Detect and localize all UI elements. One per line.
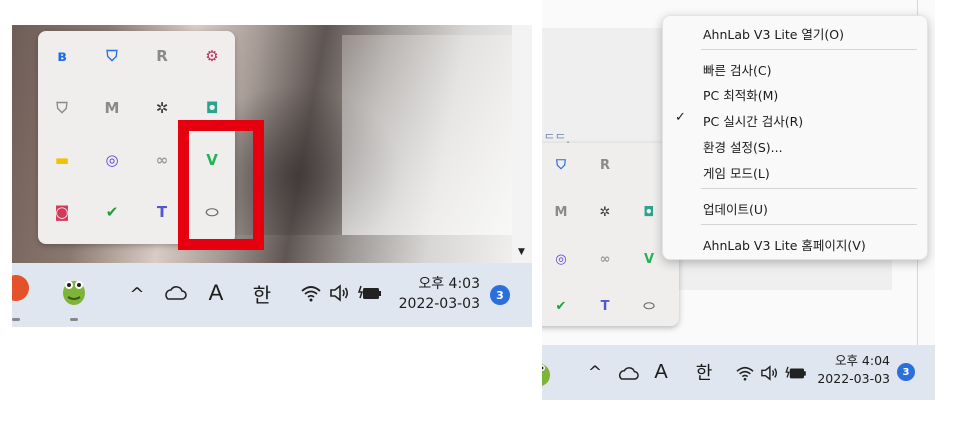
menu-item-game-mode[interactable]: 게임 모드(L) (703, 163, 770, 182)
frog-app-icon[interactable] (60, 275, 88, 307)
input-language-indicator[interactable]: A (650, 359, 672, 385)
menu-separator (701, 188, 917, 189)
checkmark-icon: ✓ (675, 110, 686, 125)
clock-time: 오후 4:04 (834, 353, 890, 368)
mcafee-warning-icon[interactable]: M (549, 200, 573, 224)
menu-item-quick-scan[interactable]: 빠른 검사(C) (703, 60, 771, 79)
taskbar: ^ A 한 오후 4:03 2022-03-03 3 (12, 263, 532, 327)
clock-date: 2022-03-03 (817, 371, 890, 386)
scroll-down-arrow-icon[interactable]: ▼ (518, 247, 525, 257)
mcafee-warning-icon[interactable]: M (100, 96, 124, 120)
menu-separator (701, 224, 917, 225)
scrollbar[interactable]: ▼ (512, 25, 532, 263)
creative-cloud-icon[interactable]: ∞ (150, 148, 174, 172)
creative-cloud-icon[interactable]: ∞ (593, 247, 617, 271)
bluetooth-icon[interactable]: ʙ (50, 44, 74, 68)
office-app-icon[interactable] (12, 273, 34, 303)
clock[interactable]: 오후 4:03 2022-03-03 (396, 274, 480, 314)
menu-item-open[interactable]: AhnLab V3 Lite 열기(O) (703, 24, 844, 43)
ahnlab-v3-icon[interactable]: V (637, 247, 661, 271)
slack-icon[interactable]: ✲ (150, 96, 174, 120)
green-shield-icon[interactable]: ✔ (100, 200, 124, 224)
volume-icon[interactable] (758, 363, 780, 383)
right-screenshot: ᄃᄃ. ⛉ R M ✲ ◘ ◎ ∞ V ✔ T ⬭ AhnLab V3 Lite 열기(O) 빠른 … (542, 0, 935, 400)
green-shield-icon[interactable]: ✔ (549, 294, 573, 318)
running-indicator (12, 318, 20, 321)
menu-item-realtime-scan[interactable]: PC 실시간 검사(R) (703, 111, 803, 130)
red-gear-app-icon[interactable]: ⚙ (200, 44, 224, 68)
volume-icon[interactable] (328, 283, 350, 303)
wifi-icon[interactable] (300, 283, 322, 303)
r-app-icon[interactable]: R (593, 153, 617, 177)
teal-app-icon[interactable]: ◘ (637, 200, 661, 224)
battery-charging-icon[interactable] (358, 283, 382, 303)
taskbar: ^ A 한 오후 4:04 2022-03-03 3 (542, 345, 935, 400)
menu-item-pc-optimize[interactable]: PC 최적화(M) (703, 85, 778, 104)
menu-item-update[interactable]: 업데이트(U) (703, 199, 768, 218)
clock-date: 2022-03-03 (398, 296, 480, 312)
highlight-box (178, 120, 264, 250)
purple-chat-icon[interactable]: ◎ (100, 148, 124, 172)
ime-mode-indicator[interactable]: 한 (250, 279, 274, 307)
input-language-indicator[interactable]: A (204, 279, 228, 307)
ime-mode-indicator[interactable]: 한 (692, 359, 716, 385)
wifi-icon[interactable] (734, 363, 756, 383)
onedrive-icon[interactable] (616, 362, 640, 384)
shield-gray-icon[interactable]: ⛉ (50, 96, 74, 120)
left-screenshot: ▼ ʙ⛉R⚙⛉M✲◘▬◎∞V◙✔T⬭ ^ A 한 (12, 25, 532, 327)
show-hidden-icons-chevron-icon[interactable]: ^ (126, 283, 148, 305)
kakaotalk-icon[interactable]: ▬ (50, 148, 74, 172)
teal-app-icon[interactable]: ◘ (200, 96, 224, 120)
clock[interactable]: 오후 4:04 2022-03-03 (812, 352, 890, 388)
clock-time: 오후 4:03 (418, 276, 480, 292)
ahnlab-context-menu: AhnLab V3 Lite 열기(O) 빠른 검사(C) PC 최적화(M) … (662, 15, 928, 260)
r-app-icon[interactable]: R (150, 44, 174, 68)
menu-item-settings[interactable]: 환경 설정(S)... (703, 137, 783, 156)
show-hidden-icons-chevron-icon[interactable]: ^ (584, 362, 606, 384)
pill-icon[interactable]: ⬭ (637, 294, 661, 318)
teams-icon[interactable]: T (593, 294, 617, 318)
headset-icon[interactable]: ◙ (50, 200, 74, 224)
wallpaper-highlight (342, 35, 512, 235)
onedrive-icon[interactable] (162, 281, 188, 305)
teams-icon[interactable]: T (150, 200, 174, 224)
windows-security-warning-icon[interactable]: ⛉ (100, 44, 124, 68)
running-indicator (70, 318, 78, 321)
frog-app-icon[interactable] (542, 359, 554, 387)
battery-charging-icon[interactable] (784, 363, 808, 383)
windows-security-warning-icon[interactable]: ⛉ (549, 153, 573, 177)
slack-icon[interactable]: ✲ (593, 200, 617, 224)
notification-badge[interactable]: 3 (490, 285, 510, 305)
purple-chat-icon[interactable]: ◎ (549, 247, 573, 271)
notification-badge[interactable]: 3 (897, 363, 915, 381)
menu-separator (701, 49, 917, 50)
hidden-icons-flyout: ⛉ R M ✲ ◘ ◎ ∞ V ✔ T ⬭ (542, 143, 679, 326)
menu-item-homepage[interactable]: AhnLab V3 Lite 홈페이지(V) (703, 235, 866, 254)
